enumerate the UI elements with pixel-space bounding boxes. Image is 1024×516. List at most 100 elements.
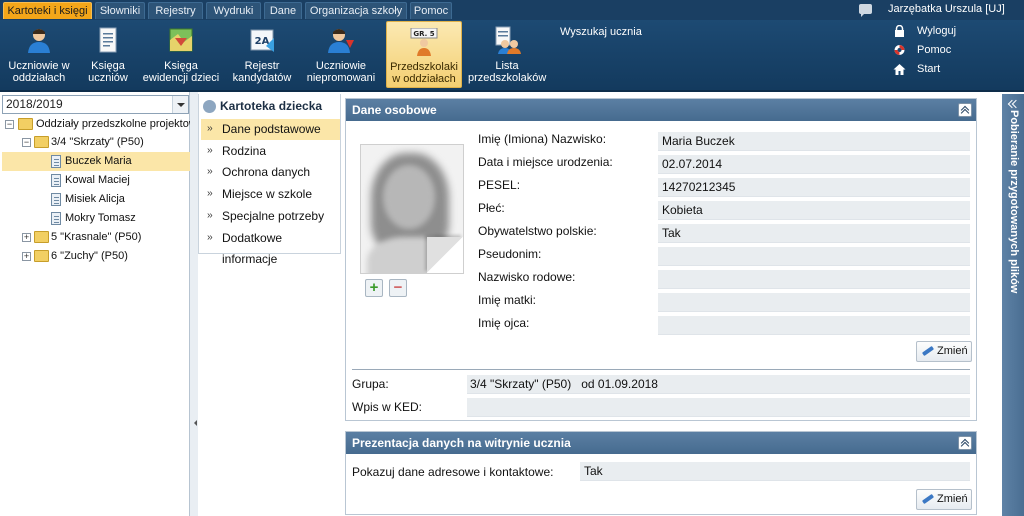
pencil-icon (921, 493, 935, 505)
panel-splitter[interactable] (190, 92, 198, 516)
ribbon-label-line1: Uczniowie w (8, 60, 70, 72)
personal-data-header: Dane osobowe (346, 99, 976, 121)
ribbon-label-line2: ewidencji dzieci (142, 72, 220, 84)
collapse-up-icon[interactable] (958, 103, 972, 117)
add-photo-button[interactable]: + (365, 279, 383, 297)
field-value-nickname (658, 247, 970, 266)
tree-collapse-icon[interactable]: − (22, 138, 31, 147)
field-label-pesel: PESEL: (478, 178, 521, 192)
tab-wydruki[interactable]: Wydruki (206, 2, 261, 19)
edit-personal-data-button[interactable]: Zmień (916, 341, 972, 362)
ribbon-badge: GR. 5 (413, 30, 434, 38)
nav-miejsce-w-szkole[interactable]: Miejsce w szkole (201, 183, 340, 205)
field-value-name: Maria Buczek (658, 132, 970, 151)
tree-group-krasnale[interactable]: + 5 "Krasnale" (P50) (20, 228, 190, 247)
field-value-citizenship: Tak (658, 224, 970, 243)
ribbon-uczniowie-w-oddzialach-button[interactable]: Uczniowie w oddziałach (2, 20, 76, 90)
edit-website-presentation-button[interactable]: Zmień (916, 489, 972, 510)
ribbon-rejestr-kandydatow-button[interactable]: 2A Rejestr kandydatów (228, 20, 296, 90)
chat-icon[interactable] (859, 4, 872, 17)
search-student-link[interactable]: Wyszukaj ucznia (560, 26, 642, 38)
pencil-icon (921, 345, 935, 357)
field-value-sex: Kobieta (658, 201, 970, 220)
section-divider (352, 369, 970, 370)
tab-slowniki[interactable]: Słowniki (95, 2, 145, 19)
school-year-value: 2018/2019 (6, 97, 63, 111)
ribbon-label-line2: uczniów (88, 72, 128, 84)
preschool-list-icon (495, 26, 521, 54)
tab-dane[interactable]: Dane (264, 2, 302, 19)
tab-organizacja-szkoly[interactable]: Organizacja szkoły (305, 2, 407, 19)
collapse-left-arrow-icon[interactable] (191, 420, 197, 426)
child-record-icon (51, 174, 61, 187)
logout-link[interactable]: Wyloguj (893, 24, 956, 38)
tree-child-kowal-maciej[interactable]: Kowal Maciej (2, 171, 190, 190)
field-value-pesel: 14270212345 (658, 178, 970, 197)
tree-group-label: 6 "Zuchy" (P50) (51, 250, 128, 262)
tab-kartoteki-i-ksiegi[interactable]: Kartoteki i księgi (3, 2, 92, 19)
collapse-up-icon[interactable] (958, 436, 972, 450)
nav-dane-podstawowe[interactable]: Dane podstawowe (201, 118, 340, 140)
student-icon (28, 29, 50, 53)
tree-expand-icon[interactable]: + (22, 252, 31, 261)
help-label: Pomoc (917, 44, 952, 56)
ribbon-label-line2: kandydatów (232, 72, 292, 84)
tree-child-misiek-alicja[interactable]: Misiek Alicja (2, 190, 190, 209)
personal-data-title: Dane osobowe (352, 103, 437, 117)
field-label-maiden-name: Nazwisko rodowe: (478, 270, 576, 284)
tree-group-zuchy[interactable]: + 6 "Zuchy" (P50) (20, 247, 190, 266)
double-chevron-left-icon[interactable] (1008, 99, 1018, 109)
tree-child-buczek-maria[interactable]: Buczek Maria (2, 152, 190, 171)
tree-child-label: Mokry Tomasz (65, 212, 136, 224)
field-value-birth: 02.07.2014 (658, 155, 970, 174)
ribbon-uczniowie-niepromowani-button[interactable]: Uczniowie niepromowani (302, 20, 380, 90)
tree-group-label: 5 "Krasnale" (P50) (51, 231, 142, 243)
help-link[interactable]: Pomoc (893, 43, 951, 57)
child-photo (360, 144, 464, 274)
class-tree-panel: 2018/2019 − Oddziały przedszkolne projek… (0, 92, 203, 516)
ribbon-label-line2: oddziałach (12, 72, 66, 84)
tree-group-label: 3/4 "Skrzaty" (P50) (51, 136, 144, 148)
field-label-nickname: Pseudonim: (478, 247, 542, 261)
ribbon-label-line1: Przedszkolaki (390, 61, 458, 73)
tree-group-skrzaty[interactable]: − 3/4 "Skrzaty" (P50) (20, 133, 190, 152)
ribbon-label-line1: Księga (91, 60, 125, 72)
user-name: Jarzębatka Urszula [UJ] (888, 3, 1005, 15)
field-value-ked (467, 398, 970, 417)
preschool-group-icon: GR. 5 (410, 28, 438, 56)
nav-dodatkowe-informacje[interactable]: Dodatkowe informacje (201, 227, 340, 266)
tree-root-label: Oddziały przedszkolne projektowa (36, 118, 203, 130)
ribbon-ksiega-uczniow-button[interactable]: Księga uczniów (80, 20, 136, 90)
tab-pomoc[interactable]: Pomoc (410, 2, 452, 19)
ribbon-ksiega-ewidencji-dzieci-button[interactable]: Księga ewidencji dzieci (140, 20, 222, 90)
tab-rejestry[interactable]: Rejestry (148, 2, 203, 19)
book-icon (99, 27, 117, 53)
tree-root[interactable]: − Oddziały przedszkolne projektowa (5, 115, 203, 134)
ribbon-label-line1: Uczniowie (315, 60, 367, 72)
nav-ochrona-danych[interactable]: Ochrona danych (201, 161, 340, 183)
field-label-group: Grupa: (352, 377, 389, 391)
website-presentation-card: Prezentacja danych na witrynie ucznia Po… (345, 431, 977, 515)
ribbon-lista-przedszkolakow-button[interactable]: Lista przedszkolaków (468, 20, 546, 90)
field-label-mother-name: Imię matki: (478, 293, 537, 307)
downloads-panel-label[interactable]: Pobieranie przygotowanych plików (1008, 110, 1020, 293)
chevron-down-icon[interactable] (172, 96, 188, 113)
remove-photo-button[interactable]: − (389, 279, 407, 297)
school-year-select[interactable]: 2018/2019 (2, 95, 189, 114)
field-label-citizenship: Obywatelstwo polskie: (478, 224, 597, 238)
field-value-father-name (658, 316, 970, 335)
ribbon-label-line1: Rejestr (244, 60, 280, 72)
nav-rodzina[interactable]: Rodzina (201, 140, 340, 162)
tree-child-mokry-tomasz[interactable]: Mokry Tomasz (2, 209, 190, 228)
ribbon-label-line2: przedszkolaków (468, 72, 547, 84)
tree-collapse-icon[interactable]: − (5, 120, 14, 129)
ribbon-przedszkolaki-w-oddzialach-button[interactable]: GR. 5 Przedszkolaki w oddziałach (386, 21, 462, 88)
ribbon-label-line2: niepromowani (306, 72, 376, 84)
tree-expand-icon[interactable]: + (22, 233, 31, 242)
personal-data-card: Dane osobowe + − Imię (Imiona) Nazwisko:… (345, 98, 977, 421)
start-link[interactable]: Start (893, 62, 940, 76)
nav-specjalne-potrzeby[interactable]: Specjalne potrzeby (201, 205, 340, 227)
child-record-title: Kartoteka dziecka (203, 99, 322, 113)
home-icon (893, 64, 906, 75)
ribbon-label-line1: Księga (164, 60, 198, 72)
